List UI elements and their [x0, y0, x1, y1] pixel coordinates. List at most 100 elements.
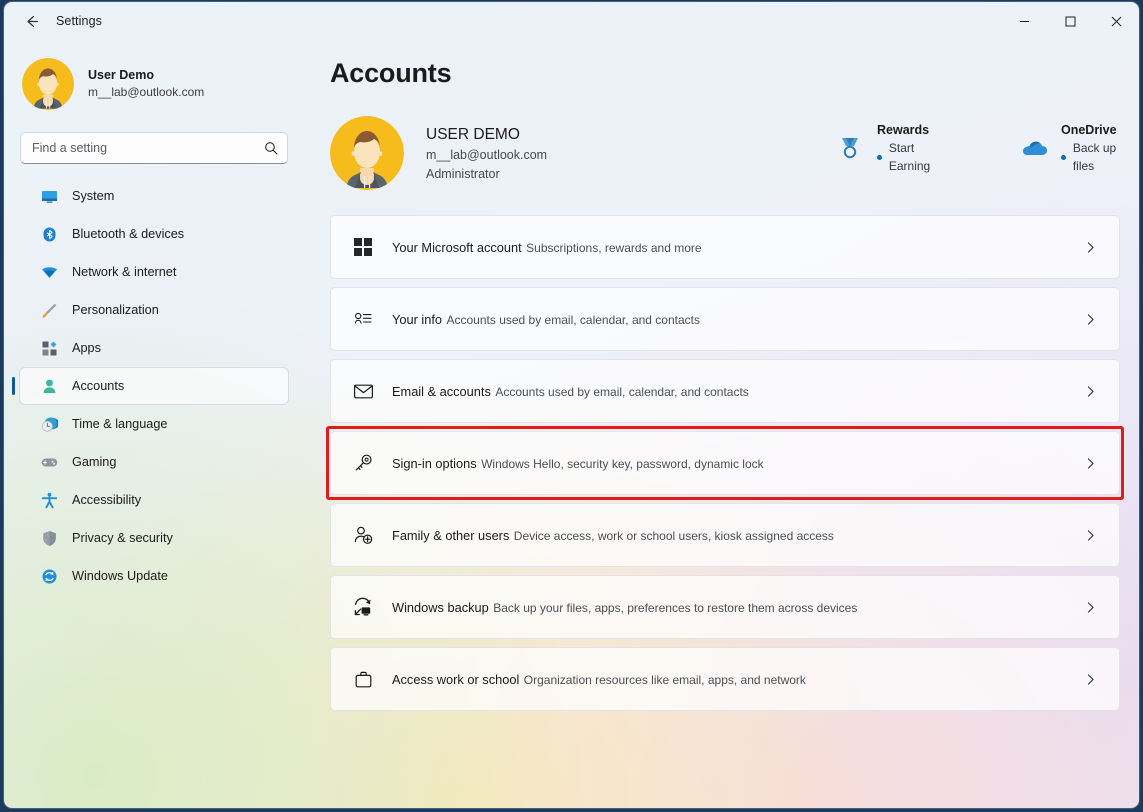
card-email-accounts[interactable]: Email & accounts Accounts used by email,…: [330, 359, 1120, 423]
chevron-right-icon: [1084, 385, 1097, 398]
card-title: Your Microsoft account: [392, 239, 522, 255]
backup-icon: [351, 595, 375, 619]
card-access-work-or-school[interactable]: Access work or school Organization resou…: [330, 647, 1120, 711]
rewards-text: Rewards Start Earning: [877, 121, 957, 175]
sidebar-item-label: System: [72, 189, 115, 203]
sidebar-item-label: Accounts: [72, 379, 125, 393]
sidebar-item-accessibility[interactable]: Accessibility: [20, 482, 288, 518]
close-icon: [1111, 16, 1121, 26]
card-subtitle: Device access, work or school users, kio…: [513, 528, 834, 543]
card-title: Windows backup: [392, 599, 489, 615]
card-text: Sign-in options Windows Hello, security …: [392, 454, 764, 473]
card-text: Your info Accounts used by email, calend…: [392, 310, 700, 329]
main-content: Accounts USER DEMO m__lab@outlook.com Ad…: [304, 40, 1139, 808]
update-icon: [40, 567, 58, 585]
monitor-icon: [40, 187, 58, 205]
search-icon[interactable]: [258, 135, 284, 161]
contact-card-icon: [351, 307, 375, 331]
settings-card-list: Your Microsoft account Subscriptions, re…: [326, 215, 1124, 711]
windows-logo-icon: [351, 235, 375, 259]
medal-icon: [835, 133, 865, 163]
onedrive-title: OneDrive: [1060, 123, 1117, 137]
account-name: USER DEMO: [426, 125, 520, 143]
app-title: Settings: [56, 14, 102, 28]
sidebar-item-bluetooth-devices[interactable]: Bluetooth & devices: [20, 216, 288, 252]
card-wrap: Email & accounts Accounts used by email,…: [330, 359, 1120, 423]
sidebar-item-gaming[interactable]: Gaming: [20, 444, 288, 480]
sidebar-item-privacy-security[interactable]: Privacy & security: [20, 520, 288, 556]
onedrive-text: OneDrive Back up files: [1060, 121, 1139, 175]
card-sign-in-options[interactable]: Sign-in options Windows Hello, security …: [330, 431, 1120, 495]
account-role: Administrator: [426, 166, 500, 181]
chevron-right-icon: [1084, 313, 1097, 326]
sidebar-item-apps[interactable]: Apps: [20, 330, 288, 366]
clock-globe-icon: [40, 415, 58, 433]
envelope-icon: [351, 379, 375, 403]
sidebar-item-label: Bluetooth & devices: [72, 227, 185, 241]
sidebar-item-network-internet[interactable]: Network & internet: [20, 254, 288, 290]
person-icon: [40, 377, 58, 395]
shield-icon: [40, 529, 58, 547]
sidebar-item-system[interactable]: System: [20, 178, 288, 214]
card-your-info[interactable]: Your info Accounts used by email, calend…: [330, 287, 1120, 351]
sidebar-item-time-language[interactable]: Time & language: [20, 406, 288, 442]
account-info: USER DEMO m__lab@outlook.com Administrat…: [426, 123, 547, 184]
card-wrap: Family & other users Device access, work…: [330, 503, 1120, 567]
chevron-right-icon: [1084, 601, 1097, 614]
card-title: Your info: [392, 311, 443, 327]
sidebar-item-windows-update[interactable]: Windows Update: [20, 558, 288, 594]
minimize-button[interactable]: [1001, 2, 1047, 40]
card-text: Access work or school Organization resou…: [392, 670, 806, 689]
back-button[interactable]: [14, 6, 48, 36]
sidebar-item-label: Privacy & security: [72, 531, 173, 545]
profile-name: User Demo: [88, 68, 154, 82]
gamepad-icon: [40, 453, 58, 471]
sidebar-item-personalization[interactable]: Personalization: [20, 292, 288, 328]
chevron-right-icon: [1084, 673, 1097, 686]
search-box: [20, 132, 288, 164]
maximize-icon: [1065, 16, 1075, 26]
sidebar-nav: System Bluetooth & devices Network & int…: [4, 178, 304, 594]
card-title: Family & other users: [392, 527, 510, 543]
card-windows-backup[interactable]: Windows backup Back up your files, apps,…: [330, 575, 1120, 639]
card-text: Email & accounts Accounts used by email,…: [392, 382, 749, 401]
sidebar-item-label: Time & language: [72, 417, 168, 431]
avatar: [330, 116, 404, 190]
sidebar-profile[interactable]: User Demo m__lab@outlook.com: [22, 58, 304, 110]
card-title: Access work or school: [392, 671, 520, 687]
card-wrap: Sign-in options Windows Hello, security …: [326, 426, 1124, 500]
onedrive-subtitle: Back up files: [1060, 139, 1139, 175]
account-email: m__lab@outlook.com: [426, 147, 548, 162]
sidebar-item-label: Personalization: [72, 303, 159, 317]
page-title: Accounts: [330, 58, 452, 88]
window-controls: [1001, 2, 1139, 40]
key-icon: [351, 451, 375, 475]
search-input[interactable]: [20, 132, 288, 164]
maximize-button[interactable]: [1047, 2, 1093, 40]
onedrive-subtitle-text: Back up files: [1072, 141, 1117, 173]
card-subtitle: Subscriptions, rewards and more: [526, 240, 702, 255]
rewards-subtitle-text: Start Earning: [888, 141, 931, 173]
sidebar-item-label: Network & internet: [72, 265, 177, 279]
back-arrow-icon: [26, 15, 38, 27]
sidebar-item-accounts[interactable]: Accounts: [12, 368, 288, 404]
profile-text: User Demo m__lab@outlook.com: [88, 67, 204, 101]
card-wrap: Your info Accounts used by email, calend…: [330, 287, 1120, 351]
card-family-other-users[interactable]: Family & other users Device access, work…: [330, 503, 1120, 567]
card-wrap: Your Microsoft account Subscriptions, re…: [330, 215, 1120, 279]
card-subtitle: Windows Hello, security key, password, d…: [481, 456, 764, 471]
person-add-icon: [351, 523, 375, 547]
onedrive-widget[interactable]: OneDrive Back up files: [1019, 121, 1139, 175]
profile-email: m__lab@outlook.com: [88, 85, 205, 99]
briefcase-icon: [351, 667, 375, 691]
bullet-icon: [877, 154, 882, 160]
avatar: [22, 58, 74, 110]
sidebar-item-label: Apps: [72, 341, 101, 355]
card-text: Family & other users Device access, work…: [392, 526, 834, 545]
rewards-widget[interactable]: Rewards Start Earning: [835, 121, 957, 175]
card-subtitle: Back up your files, apps, preferences to…: [493, 600, 858, 615]
account-header: USER DEMO m__lab@outlook.com Administrat…: [330, 113, 1139, 193]
magnifier-icon: [265, 142, 278, 155]
card-your-microsoft-account[interactable]: Your Microsoft account Subscriptions, re…: [330, 215, 1120, 279]
close-button[interactable]: [1093, 2, 1139, 40]
